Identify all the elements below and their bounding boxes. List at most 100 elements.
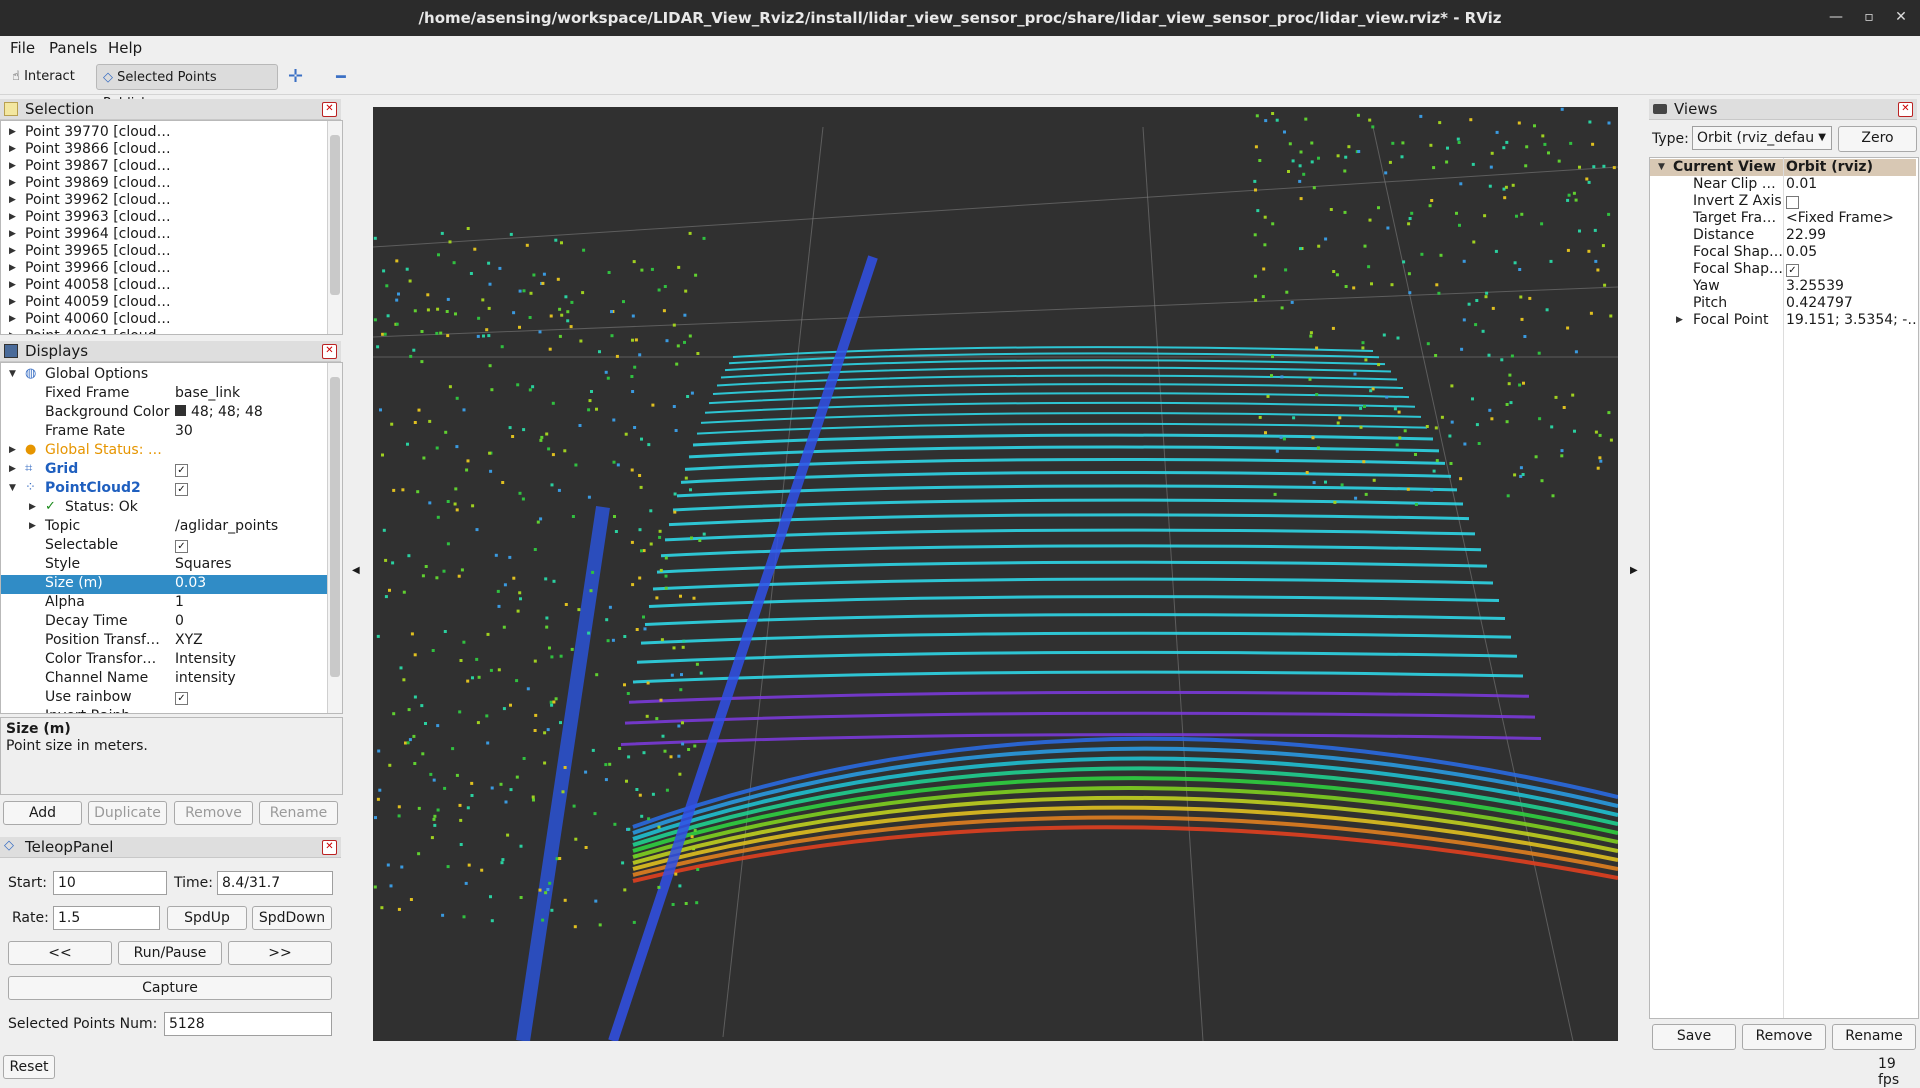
expand-icon[interactable]: ▶ (9, 280, 16, 290)
expand-icon[interactable]: ▶ (9, 331, 16, 334)
selection-item[interactable]: ▶ Point 39962 [cloud… (1, 192, 325, 209)
previous-button[interactable]: << (8, 941, 112, 965)
display-property-row[interactable]: Style Squares (1, 556, 327, 575)
zero-view-button[interactable]: Zero (1838, 126, 1917, 152)
speed-up-button[interactable]: SpdUp (167, 906, 247, 930)
expand-icon[interactable]: ▶ (9, 445, 16, 455)
expand-icon[interactable]: ▶ (9, 178, 16, 188)
3d-viewport[interactable] (373, 107, 1618, 1041)
display-property-row[interactable]: Background Color 48; 48; 48 (1, 404, 327, 423)
display-property-row[interactable]: Size (m) 0.03 (1, 575, 327, 594)
view-type-select[interactable]: Orbit (rviz_defau ▼ (1692, 126, 1832, 150)
selection-item[interactable]: ▶ Point 39965 [cloud… (1, 243, 325, 260)
selected-points-publisher-button[interactable]: ◇ Selected Points Publisher (96, 64, 278, 111)
display-property-row[interactable]: Fixed Frame base_link (1, 385, 327, 404)
selection-item[interactable]: ▶ Point 39869 [cloud… (1, 175, 325, 192)
display-property-row[interactable]: Selectable ✓ (1, 537, 327, 556)
display-property-row[interactable]: Frame Rate 30 (1, 423, 327, 442)
run-pause-button[interactable]: Run/Pause (118, 941, 222, 965)
property-value[interactable]: ✓ (175, 540, 188, 553)
reset-button[interactable]: Reset (3, 1055, 55, 1079)
property-value[interactable]: ✓ (1786, 264, 1799, 277)
property-value[interactable]: ✓ (175, 483, 188, 496)
selection-item[interactable]: ▶ Point 40060 [cloud… (1, 311, 325, 328)
close-displays-panel-icon[interactable]: ✕ (322, 344, 337, 359)
display-property-row[interactable]: Alpha 1 (1, 594, 327, 613)
expand-icon[interactable]: ▶ (29, 521, 36, 531)
remove-view-button[interactable]: Remove (1742, 1024, 1826, 1050)
expand-icon[interactable]: ▶ (9, 127, 16, 137)
selection-item[interactable]: ▶ Point 39964 [cloud… (1, 226, 325, 243)
display-property-row[interactable]: ▼ ⁘ PointCloud2 ✓ (1, 480, 327, 499)
selection-item[interactable]: ▶ Point 39966 [cloud… (1, 260, 325, 277)
selection-item[interactable]: ▶ Point 39866 [cloud… (1, 141, 325, 158)
start-input[interactable]: 10 (53, 871, 167, 895)
selection-item[interactable]: ▶ Point 40058 [cloud… (1, 277, 325, 294)
time-input[interactable]: 8.4/31.7 (217, 871, 333, 895)
expand-icon[interactable]: ▼ (1658, 162, 1665, 172)
close-selection-panel-icon[interactable]: ✕ (322, 102, 337, 117)
expand-icon[interactable]: ▶ (9, 229, 16, 239)
display-property-row[interactable]: Channel Name intensity (1, 670, 327, 689)
display-property-row[interactable]: ▶ ⌗ Grid ✓ (1, 461, 327, 480)
next-button[interactable]: >> (228, 941, 332, 965)
remove-tool-icon[interactable]: ━ (330, 64, 352, 90)
close-icon[interactable]: ✕ (1891, 7, 1911, 27)
capture-button[interactable]: Capture (8, 976, 332, 1000)
color-swatch[interactable] (175, 405, 186, 416)
selection-item[interactable]: ▶ Point 40059 [cloud… (1, 294, 325, 311)
speed-down-button[interactable]: SpdDown (252, 906, 332, 930)
duplicate-display-button[interactable]: Duplicate (88, 801, 167, 825)
menu-file[interactable]: File (10, 39, 35, 57)
collapse-left-icon[interactable]: ◀ (352, 565, 360, 576)
minimize-icon[interactable]: — (1826, 7, 1846, 27)
selection-item[interactable]: ▶ Point 39963 [cloud… (1, 209, 325, 226)
expand-icon[interactable]: ▶ (9, 263, 16, 273)
close-views-panel-icon[interactable]: ✕ (1898, 102, 1913, 117)
selection-scrollbar[interactable] (327, 121, 342, 334)
expand-icon[interactable]: ▶ (9, 212, 16, 222)
expand-icon[interactable]: ▶ (9, 144, 16, 154)
add-display-button[interactable]: Add (3, 801, 82, 825)
menu-panels[interactable]: Panels (49, 39, 97, 57)
display-property-row[interactable]: Decay Time 0 (1, 613, 327, 632)
property-value[interactable]: ✓ (175, 692, 188, 705)
display-property-row[interactable]: Use rainbow ✓ (1, 689, 327, 708)
display-property-row[interactable]: ▶ ● Global Status: … (1, 442, 327, 461)
selected-points-num-input[interactable]: 5128 (164, 1012, 332, 1036)
display-property-row[interactable]: ▼ ◍ Global Options (1, 366, 327, 385)
rate-input[interactable]: 1.5 (53, 906, 160, 930)
maximize-icon[interactable]: ▫ (1859, 7, 1879, 27)
add-tool-icon[interactable]: ✛ (282, 64, 309, 90)
displays-scrollbar[interactable] (327, 363, 342, 713)
property-value[interactable] (1786, 196, 1799, 209)
expand-icon[interactable]: ▶ (9, 464, 16, 474)
property-value[interactable]: ✓ (175, 464, 188, 477)
menu-help[interactable]: Help (108, 39, 142, 57)
expand-icon[interactable]: ▶ (9, 297, 16, 307)
rename-view-button[interactable]: Rename (1832, 1024, 1916, 1050)
close-teleop-panel-icon[interactable]: ✕ (322, 840, 337, 855)
expand-icon[interactable]: ▶ (9, 195, 16, 205)
expand-icon[interactable]: ▶ (9, 161, 16, 171)
selection-item[interactable]: ▶ Point 39867 [cloud… (1, 158, 325, 175)
display-property-row[interactable]: Position Transf… XYZ (1, 632, 327, 651)
remove-display-button[interactable]: Remove (174, 801, 253, 825)
point-cloud-render[interactable] (373, 107, 1618, 1041)
expand-icon[interactable]: ▶ (9, 314, 16, 324)
save-view-button[interactable]: Save (1652, 1024, 1736, 1050)
display-property-row[interactable]: ▶ ✓ Status: Ok (1, 499, 327, 518)
expand-icon[interactable]: ▼ (9, 483, 16, 493)
display-property-row[interactable]: Invert Rainb… (1, 708, 327, 713)
collapse-right-icon[interactable]: ▶ (1630, 565, 1638, 576)
expand-icon[interactable]: ▼ (9, 369, 16, 379)
interact-tool-button[interactable]: ☝ Interact (6, 64, 81, 90)
display-property-row[interactable]: ▶ Topic/aglidar_points (1, 518, 327, 537)
display-property-row[interactable]: Color Transfor… Intensity (1, 651, 327, 670)
selection-item[interactable]: ▶Point 40061 [cloud… (1, 328, 325, 334)
expand-icon[interactable]: ▶ (9, 246, 16, 256)
expand-icon[interactable]: ▶ (29, 502, 36, 512)
selection-item[interactable]: ▶ Point 39770 [cloud… (1, 124, 325, 141)
expand-icon[interactable]: ▶ (1676, 315, 1683, 325)
rename-display-button[interactable]: Rename (259, 801, 338, 825)
